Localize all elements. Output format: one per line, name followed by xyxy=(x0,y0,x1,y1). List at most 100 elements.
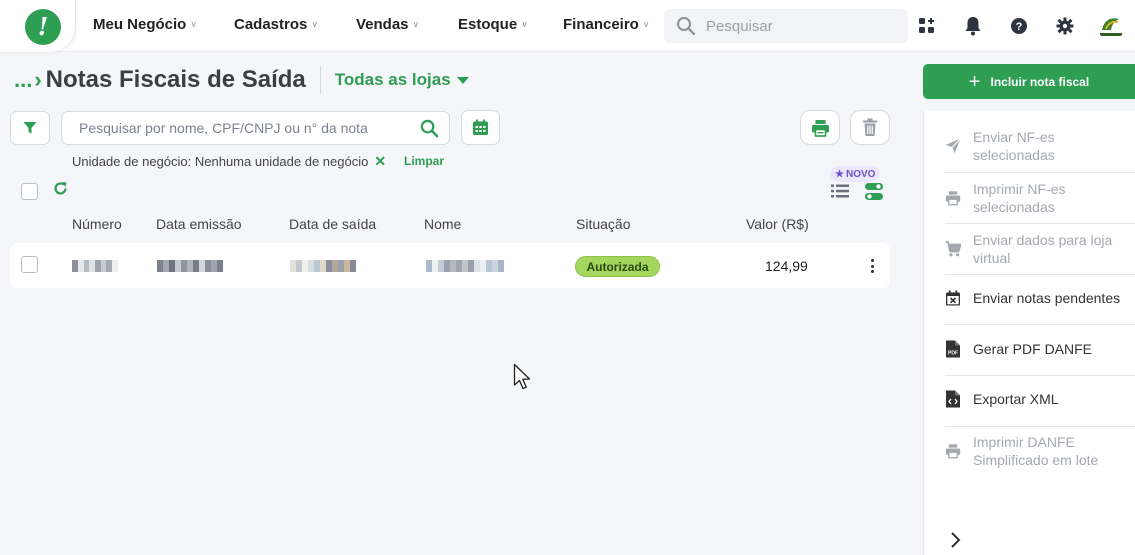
filter-icon xyxy=(23,122,37,134)
column-header-valor[interactable]: Valor (R$) xyxy=(746,216,809,232)
action-generate-pdf[interactable]: PDF Gerar PDF DANFE xyxy=(923,340,1135,358)
apps-icon[interactable] xyxy=(915,14,939,38)
column-header-nome[interactable]: Nome xyxy=(424,216,461,232)
user-avatar[interactable] xyxy=(1097,12,1125,40)
column-header-numero[interactable]: Número xyxy=(72,216,122,232)
bell-icon[interactable] xyxy=(961,14,985,38)
store-selector[interactable]: Todas as lojas xyxy=(335,70,469,90)
remove-filter-icon[interactable]: ✕ xyxy=(374,153,386,170)
action-label: Imprimir NF-es selecionadas xyxy=(973,181,1066,215)
chevron-down-icon: ∨ xyxy=(642,19,650,29)
top-navbar: ! Meu Negócio ∨ Cadastros ∨ Vendas ∨ Estoqu… xyxy=(0,0,1135,52)
chevron-down-icon: ∨ xyxy=(311,19,318,29)
nav-label: Estoque xyxy=(458,16,518,33)
help-icon[interactable]: ? xyxy=(1007,14,1031,38)
notes-search-input[interactable] xyxy=(79,120,420,136)
action-export-xml[interactable]: Exportar XML xyxy=(923,390,1135,408)
row-value: 124,99 xyxy=(765,258,808,274)
action-send-store[interactable]: Enviar dados para loja virtual xyxy=(923,231,1135,267)
action-label: Gerar PDF DANFE xyxy=(973,341,1093,357)
chevron-down-icon: ∨ xyxy=(190,19,197,29)
code-file-icon xyxy=(945,390,961,408)
action-label: Enviar dados para loja virtual xyxy=(973,232,1113,266)
column-header-situacao[interactable]: Situação xyxy=(576,216,630,232)
chevron-down-icon: ∨ xyxy=(412,19,420,29)
action-print-danfe-batch[interactable]: Imprimir DANFE Simplificado em lote xyxy=(923,433,1135,469)
action-label: Exportar XML xyxy=(973,391,1059,407)
global-search-input[interactable] xyxy=(706,17,886,35)
search-icon[interactable] xyxy=(420,119,439,138)
divider xyxy=(945,375,1135,376)
calendar-icon xyxy=(473,119,488,135)
caret-down-icon xyxy=(456,76,469,84)
action-label: Enviar notas pendentes xyxy=(973,290,1121,306)
action-send-pending[interactable]: Enviar notas pendentes xyxy=(923,289,1135,307)
notes-search[interactable] xyxy=(61,111,450,145)
delete-button[interactable] xyxy=(850,110,890,145)
list-view-icon[interactable] xyxy=(831,184,849,198)
row-menu-icon[interactable] xyxy=(866,257,878,275)
calendar-x-icon xyxy=(945,290,961,306)
nav-label: Financeiro xyxy=(563,16,639,33)
active-filter-chip: Unidade de negócio: Nenhuma unidade de n… xyxy=(72,153,386,170)
nav-cadastros[interactable]: Cadastros ∨ xyxy=(234,16,318,33)
printer-icon xyxy=(945,190,961,206)
clear-filters-link[interactable]: Limpar xyxy=(404,154,444,168)
divider xyxy=(945,223,1135,224)
redacted-numero xyxy=(72,260,118,272)
actions-sidebar xyxy=(923,111,1135,555)
nav-estoque[interactable]: Estoque ∨ xyxy=(458,16,528,33)
page-header: ... › Notas Fiscais de Saída Todas as lo… xyxy=(14,66,469,94)
add-invoice-label: Incluir nota fiscal xyxy=(990,74,1090,89)
search-icon xyxy=(677,17,696,36)
chevron-down-icon: ∨ xyxy=(521,19,528,29)
divider xyxy=(945,172,1135,173)
nav-meu-negocio[interactable]: Meu Negócio ∨ xyxy=(93,16,197,33)
new-feature-badge: ★ NOVO xyxy=(830,166,881,182)
breadcrumb-chevron-icon: › xyxy=(34,67,42,92)
toggle-view-icon[interactable] xyxy=(865,183,883,200)
app-logo[interactable]: ! xyxy=(25,9,61,45)
action-send-nfe[interactable]: Enviar NF-es selecionadas xyxy=(923,128,1135,164)
nav-vendas[interactable]: Vendas ∨ xyxy=(356,16,419,33)
global-search[interactable] xyxy=(664,9,908,43)
filter-button[interactable] xyxy=(10,111,50,145)
star-icon: ★ xyxy=(835,168,844,180)
page-title: Notas Fiscais de Saída xyxy=(45,66,306,93)
redacted-data-saida xyxy=(290,260,356,272)
divider xyxy=(945,324,1135,325)
action-print-nfe[interactable]: Imprimir NF-es selecionadas xyxy=(923,180,1135,216)
refresh-icon[interactable] xyxy=(53,181,68,196)
redacted-data-emissao xyxy=(157,260,223,272)
status-badge: Autorizada xyxy=(575,256,660,277)
nav-label: Cadastros xyxy=(234,16,308,33)
select-all-checkbox[interactable] xyxy=(21,183,38,200)
pdf-file-icon: PDF xyxy=(945,340,961,358)
mouse-cursor-icon xyxy=(513,363,531,390)
add-invoice-button[interactable]: + Incluir nota fiscal xyxy=(923,64,1135,99)
cart-icon xyxy=(945,241,961,257)
redacted-nome xyxy=(426,260,504,272)
column-header-data-saida[interactable]: Data de saída xyxy=(289,216,376,232)
nav-financeiro[interactable]: Financeiro ∨ xyxy=(563,16,649,33)
divider xyxy=(945,426,1135,427)
new-badge-label: NOVO xyxy=(845,168,876,180)
printer-icon xyxy=(945,443,961,459)
print-button[interactable] xyxy=(800,110,840,145)
action-label: Enviar NF-es selecionadas xyxy=(973,129,1055,163)
gear-icon[interactable] xyxy=(1053,14,1077,38)
divider xyxy=(945,274,1135,275)
store-selector-label: Todas as lojas xyxy=(334,70,451,89)
breadcrumb-ellipsis[interactable]: ... xyxy=(14,67,32,93)
nav-label: Vendas xyxy=(356,16,409,33)
svg-text:PDF: PDF xyxy=(948,351,958,357)
row-checkbox[interactable] xyxy=(21,256,38,273)
svg-text:?: ? xyxy=(1016,21,1023,33)
title-divider xyxy=(319,66,321,94)
active-filter-label: Unidade de negócio: Nenhuma unidade de n… xyxy=(72,154,369,169)
column-header-data-emissao[interactable]: Data emissão xyxy=(156,216,242,232)
date-filter-button[interactable] xyxy=(461,110,500,145)
logo-container: ! xyxy=(0,0,76,52)
expand-panel-chevron-icon[interactable] xyxy=(949,531,963,549)
send-icon xyxy=(945,138,961,154)
